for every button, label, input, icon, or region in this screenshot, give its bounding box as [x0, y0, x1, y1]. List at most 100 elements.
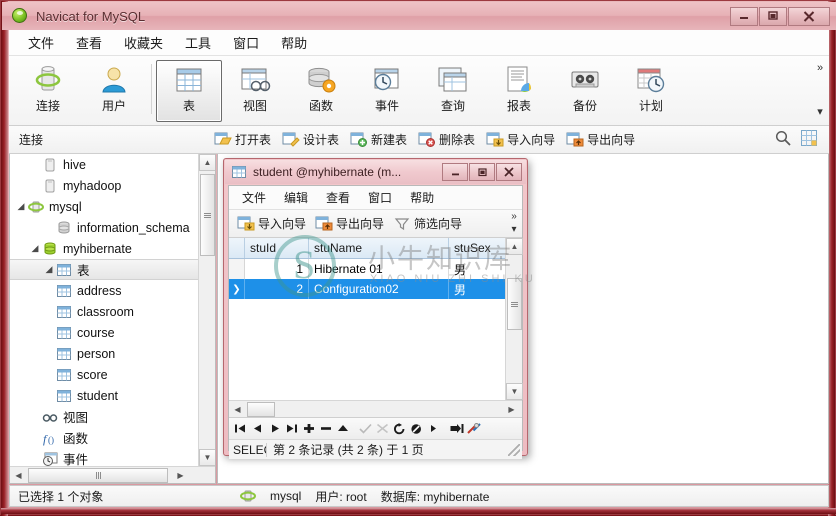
scroll-right-icon[interactable]: ▶ — [503, 401, 520, 418]
menu-view[interactable]: 查看 — [65, 30, 113, 55]
column-header-stuSex[interactable]: stuSex — [449, 238, 509, 258]
grid-view-icon[interactable] — [801, 130, 817, 149]
scroll-right-icon[interactable]: ▶ — [172, 467, 189, 484]
tree-vertical-scroll-thumb[interactable] — [200, 174, 215, 256]
tree-item-mysql[interactable]: ◢ mysql — [10, 196, 200, 217]
menu-help[interactable]: 帮助 — [270, 30, 318, 55]
new-table-button[interactable]: 新建表 — [345, 129, 413, 150]
scroll-up-icon[interactable]: ▲ — [199, 154, 215, 171]
cell-stuSex[interactable]: 男 — [449, 259, 509, 279]
tree-item-classroom[interactable]: classroom — [10, 301, 200, 322]
toolbar-button-function[interactable]: 函数 — [288, 60, 354, 122]
scroll-left-icon[interactable]: ◀ — [229, 401, 246, 418]
tree-item-person[interactable]: person — [10, 343, 200, 364]
toolbar-button-event[interactable]: 事件 — [354, 60, 420, 122]
refresh-button[interactable] — [391, 420, 408, 438]
child-toolbar-overflow-down-icon[interactable]: ▾ — [511, 224, 516, 235]
child-export-wizard-button[interactable]: 导出向导 — [311, 213, 389, 234]
resize-grip-icon[interactable] — [508, 443, 520, 456]
search-icon[interactable] — [775, 130, 791, 149]
tree-item-student[interactable]: student — [10, 385, 200, 406]
scroll-down-icon[interactable]: ▼ — [199, 449, 215, 466]
toolbar-button-schedule[interactable]: 计划 — [618, 60, 684, 122]
column-header-stuId[interactable]: stuId — [245, 238, 309, 258]
tools-button[interactable] — [465, 420, 482, 438]
tree-item-course[interactable]: course — [10, 322, 200, 343]
tree-item-myhibernate[interactable]: ◢ myhibernate — [10, 238, 200, 259]
grid-horizontal-scroll-thumb[interactable] — [247, 401, 275, 417]
child-toolbar-overflow-chevrons[interactable]: » — [511, 211, 517, 222]
menu-favorites[interactable]: 收藏夹 — [113, 30, 174, 55]
first-record-button[interactable] — [232, 420, 249, 438]
tree-item-functions[interactable]: f() 函数 — [10, 427, 200, 448]
table-row[interactable]: 1 Hibernate 01 男 — [229, 259, 522, 279]
tree-item-events[interactable]: 事件 — [10, 448, 200, 466]
grid-vertical-scroll-thumb[interactable] — [507, 278, 522, 330]
toolbar-button-report[interactable]: 报表 — [486, 60, 552, 122]
cell-stuName[interactable]: Hibernate 01 — [309, 259, 449, 279]
tree-item-information-schema[interactable]: information_schema — [10, 217, 200, 238]
grid-horizontal-scrollbar[interactable]: ◀ ▶ — [229, 400, 522, 417]
import-wizard-button[interactable]: 导入向导 — [481, 129, 561, 150]
tree-item-score[interactable]: score — [10, 364, 200, 385]
apply-change-button[interactable] — [357, 420, 374, 438]
open-table-button[interactable]: 打开表 — [209, 129, 277, 150]
tree-twisty-expanded-icon[interactable]: ◢ — [14, 201, 28, 212]
child-toolbar-overflow[interactable]: » ▾ — [506, 210, 522, 237]
goto-button[interactable] — [448, 420, 465, 438]
column-header-stuName[interactable]: stuName — [309, 238, 449, 258]
tree-item-address[interactable]: address — [10, 280, 200, 301]
toolbar-overflow[interactable]: » ▾ — [811, 60, 829, 122]
toolbar-button-table[interactable]: 表 — [156, 60, 222, 122]
child-menu-view[interactable]: 查看 — [317, 186, 359, 209]
tree-horizontal-scrollbar[interactable]: ◀ ▶ — [10, 466, 215, 484]
tree-item-myhadoop[interactable]: myhadoop — [10, 175, 200, 196]
menu-tools[interactable]: 工具 — [174, 30, 222, 55]
table-row[interactable]: ❯ 2 Configuration02 男 — [229, 279, 522, 299]
cell-stuId[interactable]: 2 — [245, 279, 309, 299]
cancel-change-button[interactable] — [374, 420, 391, 438]
toolbar-button-backup[interactable]: 备份 — [552, 60, 618, 122]
maximize-button[interactable] — [759, 6, 787, 26]
tree-twisty-expanded-icon[interactable]: ◢ — [42, 264, 56, 275]
menu-file[interactable]: 文件 — [17, 30, 65, 55]
toolbar-button-query[interactable]: 查询 — [420, 60, 486, 122]
toolbar-overflow-chevrons[interactable]: » — [817, 62, 823, 74]
cell-stuId[interactable]: 1 — [245, 259, 309, 279]
scroll-left-icon[interactable]: ◀ — [10, 467, 27, 484]
close-button[interactable] — [788, 6, 830, 26]
tree-item-tables[interactable]: ◢ 表 — [10, 259, 200, 280]
child-maximize-button[interactable] — [469, 163, 495, 181]
design-table-button[interactable]: 设计表 — [277, 129, 345, 150]
add-record-button[interactable] — [300, 420, 317, 438]
child-menu-edit[interactable]: 编辑 — [275, 186, 317, 209]
toolbar-button-view[interactable]: 视图 — [222, 60, 288, 122]
child-menu-window[interactable]: 窗口 — [359, 186, 401, 209]
scroll-down-icon[interactable]: ▼ — [506, 383, 523, 400]
child-menu-help[interactable]: 帮助 — [401, 186, 443, 209]
cell-stuSex[interactable]: 男 — [449, 279, 509, 299]
menu-window[interactable]: 窗口 — [222, 30, 270, 55]
grid-vertical-scrollbar[interactable]: ▲ ▼ — [505, 238, 523, 400]
tree-item-views[interactable]: 视图 — [10, 406, 200, 427]
child-close-button[interactable] — [496, 163, 522, 181]
tree-item-hive[interactable]: hive — [10, 154, 200, 175]
child-import-wizard-button[interactable]: 导入向导 — [233, 213, 311, 234]
tree-twisty-expanded-icon[interactable]: ◢ — [28, 243, 42, 254]
cell-stuName[interactable]: Configuration02 — [309, 279, 449, 299]
last-record-button[interactable] — [283, 420, 300, 438]
play-button[interactable] — [425, 420, 442, 438]
delete-table-button[interactable]: 删除表 — [413, 129, 481, 150]
delete-record-button[interactable] — [317, 420, 334, 438]
filter-wizard-button[interactable]: 筛选向导 — [389, 213, 467, 234]
export-wizard-button[interactable]: 导出向导 — [561, 129, 641, 150]
toolbar-overflow-down-icon[interactable]: ▾ — [817, 105, 823, 118]
child-menu-file[interactable]: 文件 — [233, 186, 275, 209]
edit-record-button[interactable] — [334, 420, 351, 438]
tree-vertical-scrollbar[interactable]: ▲ ▼ — [198, 154, 215, 466]
scroll-up-icon[interactable]: ▲ — [506, 238, 523, 255]
child-minimize-button[interactable] — [442, 163, 468, 181]
toolbar-button-user[interactable]: 用户 — [81, 60, 147, 122]
toolbar-button-connection[interactable]: 连接 — [15, 60, 81, 122]
next-record-button[interactable] — [266, 420, 283, 438]
